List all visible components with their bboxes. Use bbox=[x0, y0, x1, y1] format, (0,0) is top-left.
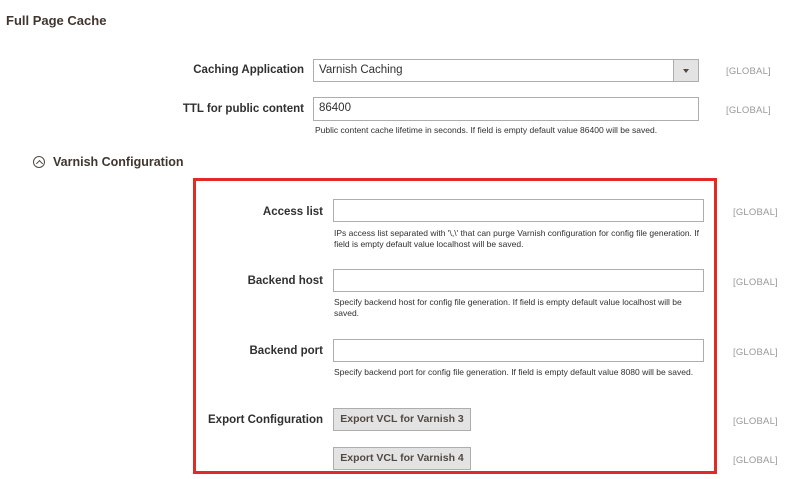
ttl-scope: [GLOBAL] bbox=[726, 105, 771, 116]
caching-application-scope: [GLOBAL] bbox=[726, 66, 771, 77]
chevron-up-circle-icon[interactable] bbox=[33, 156, 45, 168]
export-vcl-varnish3-button[interactable]: Export VCL for Varnish 3 bbox=[333, 408, 471, 431]
backend-host-input[interactable] bbox=[333, 269, 704, 292]
backend-port-label: Backend port bbox=[249, 345, 324, 357]
ttl-input[interactable]: 86400 bbox=[313, 97, 699, 121]
export-vcl-varnish4-button[interactable]: Export VCL for Varnish 4 bbox=[333, 447, 471, 470]
export-configuration-label: Export Configuration bbox=[208, 414, 323, 426]
backend-port-note: Specify backend port for config file gen… bbox=[334, 367, 694, 377]
backend-host-label: Backend host bbox=[247, 275, 323, 287]
backend-host-note: Specify backend host for config file gen… bbox=[334, 297, 682, 318]
ttl-note: Public content cache lifetime in seconds… bbox=[315, 125, 658, 135]
varnish-group-header[interactable]: Varnish Configuration bbox=[33, 155, 184, 169]
caching-application-label: Caching Application bbox=[193, 64, 304, 76]
caching-application-select[interactable]: Varnish Caching bbox=[313, 59, 699, 82]
backend-port-input[interactable] bbox=[333, 339, 704, 362]
export-v3-scope: [GLOBAL] bbox=[733, 416, 778, 427]
backend-port-scope: [GLOBAL] bbox=[733, 347, 778, 358]
export-v4-scope: [GLOBAL] bbox=[733, 455, 778, 466]
varnish-group-title: Varnish Configuration bbox=[53, 155, 184, 169]
access-list-note: IPs access list separated with '\,\' tha… bbox=[334, 228, 700, 249]
section-title: Full Page Cache bbox=[6, 13, 107, 28]
dropdown-arrow-icon[interactable] bbox=[673, 60, 698, 81]
access-list-scope: [GLOBAL] bbox=[733, 207, 778, 218]
caching-application-value: Varnish Caching bbox=[319, 64, 403, 76]
backend-host-scope: [GLOBAL] bbox=[733, 277, 778, 288]
ttl-label: TTL for public content bbox=[182, 103, 304, 115]
access-list-label: Access list bbox=[262, 206, 323, 218]
access-list-input[interactable] bbox=[333, 199, 704, 222]
